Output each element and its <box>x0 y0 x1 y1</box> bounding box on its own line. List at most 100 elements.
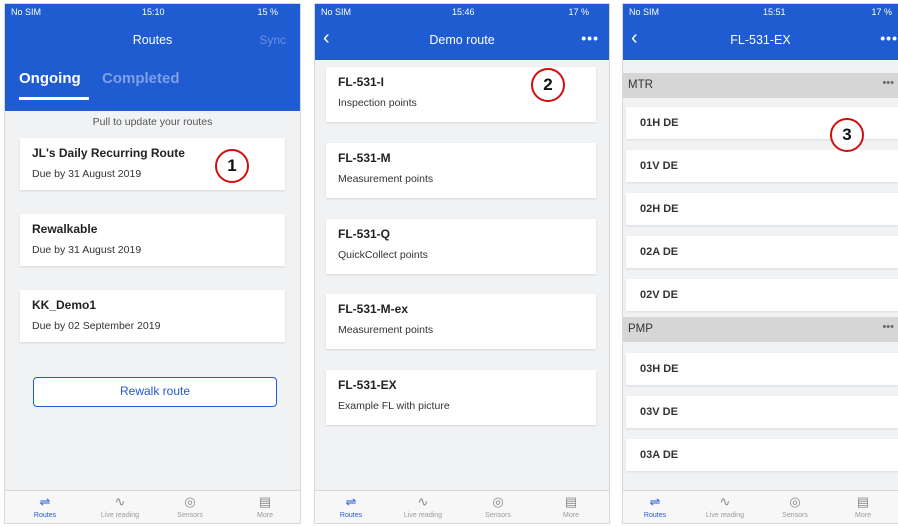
tab-routes[interactable]: ⇌ Routes <box>625 493 685 519</box>
route-card[interactable]: Rewalkable Due by 31 August 2019 <box>20 214 285 266</box>
functional-location-card[interactable]: FL-531-M Measurement points <box>326 143 596 198</box>
demo-route-screen: No SIM 15:46 17 % ‹ Demo route ••• FL-53… <box>314 3 610 524</box>
point-label: 02V DE <box>640 289 678 301</box>
tab-label: Routes <box>33 512 57 519</box>
status-bar: No SIM 15:46 17 % <box>315 4 609 22</box>
measurement-point[interactable]: 02V DE <box>626 279 898 311</box>
more-options-icon[interactable]: ••• <box>581 30 599 46</box>
point-label: 02H DE <box>640 203 679 215</box>
battery-text: 17 % <box>871 7 892 17</box>
rewalk-route-button[interactable]: Rewalk route <box>33 377 277 407</box>
tab-more[interactable]: ▤ More <box>235 493 295 519</box>
nav-bar: ‹ FL-531-EX ••• <box>623 22 898 60</box>
callout-badge: 1 <box>215 149 249 183</box>
carrier-text: No SIM <box>629 7 660 17</box>
list-icon: ▤ <box>258 494 272 509</box>
group-name: PMP <box>628 323 653 335</box>
status-bar: No SIM 15:10 15 % <box>5 4 300 22</box>
group-header: MTR ••• <box>623 73 898 98</box>
bottom-tab-bar: ⇌ Routes ∿ Live reading ◎ Sensors ▤ More <box>315 490 609 523</box>
routes-icon: ⇌ <box>649 494 661 509</box>
functional-location-card[interactable]: FL-531-M-ex Measurement points <box>326 294 596 349</box>
tab-label: Sensors <box>782 512 808 519</box>
location-name: FL-531-I <box>338 75 385 89</box>
location-description: QuickCollect points <box>338 249 428 261</box>
status-bar: No SIM 15:51 17 % <box>623 4 898 22</box>
point-label: 02A DE <box>640 246 679 258</box>
bottom-tab-bar: ⇌ Routes ∿ Live reading ◎ Sensors ▤ More <box>5 490 300 523</box>
tab-label: Live reading <box>100 512 140 519</box>
tab-routes[interactable]: ⇌ Routes <box>15 493 75 519</box>
page-title: FL-531-EX <box>730 33 791 47</box>
tab-completed[interactable]: Completed <box>102 70 180 87</box>
tab-live-reading[interactable]: ∿ Live reading <box>90 493 150 519</box>
callout-badge: 3 <box>830 118 864 152</box>
tab-sensors[interactable]: ◎ Sensors <box>765 493 825 519</box>
group-options-icon[interactable]: ••• <box>882 321 894 333</box>
list-icon: ▤ <box>564 494 578 509</box>
tab-ongoing[interactable]: Ongoing <box>19 70 81 87</box>
functional-location-card[interactable]: FL-531-EX Example FL with picture <box>326 370 596 425</box>
carrier-text: No SIM <box>321 7 352 17</box>
route-card[interactable]: KK_Demo1 Due by 02 September 2019 <box>20 290 285 342</box>
measurement-point[interactable]: 03A DE <box>626 439 898 471</box>
location-description: Example FL with picture <box>338 400 450 412</box>
point-label: 03V DE <box>640 406 678 418</box>
battery-text: 15 % <box>257 7 278 17</box>
measurement-point[interactable]: 02H DE <box>626 193 898 225</box>
tab-label: More <box>563 512 579 519</box>
pulse-icon: ∿ <box>114 494 126 509</box>
tab-label: Routes <box>339 512 363 519</box>
callout-badge: 2 <box>531 68 565 102</box>
list-icon: ▤ <box>856 494 870 509</box>
battery-text: 17 % <box>568 7 589 17</box>
group-name: MTR <box>628 79 653 91</box>
route-name: KK_Demo1 <box>32 298 97 312</box>
measurement-point[interactable]: 03V DE <box>626 396 898 428</box>
page-title: Routes <box>132 33 173 47</box>
tab-sensors[interactable]: ◎ Sensors <box>160 493 220 519</box>
tab-live-reading[interactable]: ∿ Live reading <box>695 493 755 519</box>
location-name: FL-531-EX <box>338 378 397 392</box>
tab-label: Sensors <box>485 512 511 519</box>
page-title: Demo route <box>429 33 495 47</box>
tab-label: Live reading <box>403 512 443 519</box>
routes-icon: ⇌ <box>39 494 51 509</box>
clock-text: 15:10 <box>142 7 165 17</box>
tab-label: Live reading <box>705 512 745 519</box>
group-options-icon[interactable]: ••• <box>882 77 894 89</box>
point-label: 03A DE <box>640 449 679 461</box>
sensor-icon: ◎ <box>184 494 196 509</box>
sensor-icon: ◎ <box>492 494 504 509</box>
tab-indicator <box>19 97 89 100</box>
tab-sensors[interactable]: ◎ Sensors <box>468 493 528 519</box>
pulse-icon: ∿ <box>417 494 429 509</box>
more-options-icon[interactable]: ••• <box>880 30 898 46</box>
tab-label: More <box>257 512 273 519</box>
location-name: FL-531-Q <box>338 227 391 241</box>
tab-routes[interactable]: ⇌ Routes <box>321 493 381 519</box>
measurement-point[interactable]: 03H DE <box>626 353 898 385</box>
sync-button[interactable]: Sync <box>259 33 286 47</box>
tab-live-reading[interactable]: ∿ Live reading <box>393 493 453 519</box>
route-due-date: Due by 31 August 2019 <box>32 168 142 180</box>
location-name: FL-531-M-ex <box>338 302 409 316</box>
tab-label: Sensors <box>177 512 203 519</box>
route-name: Rewalkable <box>32 222 98 236</box>
sensor-icon: ◎ <box>789 494 801 509</box>
carrier-text: No SIM <box>11 7 42 17</box>
point-label: 01V DE <box>640 160 678 172</box>
measurement-point[interactable]: 01V DE <box>626 150 898 182</box>
tab-more[interactable]: ▤ More <box>541 493 601 519</box>
measurement-point[interactable]: 02A DE <box>626 236 898 268</box>
route-name: JL's Daily Recurring Route <box>32 146 185 160</box>
clock-text: 15:51 <box>763 7 786 17</box>
group-header: PMP ••• <box>623 317 898 342</box>
route-tabs: Ongoing Completed <box>5 60 300 111</box>
bottom-tab-bar: ⇌ Routes ∿ Live reading ◎ Sensors ▤ More <box>623 490 898 523</box>
functional-location-card[interactable]: FL-531-Q QuickCollect points <box>326 219 596 274</box>
tab-label: More <box>855 512 871 519</box>
tab-more[interactable]: ▤ More <box>833 493 893 519</box>
routes-screen: No SIM 15:10 15 % Routes Sync Ongoing Co… <box>4 3 301 524</box>
pull-to-refresh-hint: Pull to update your routes <box>92 116 213 128</box>
